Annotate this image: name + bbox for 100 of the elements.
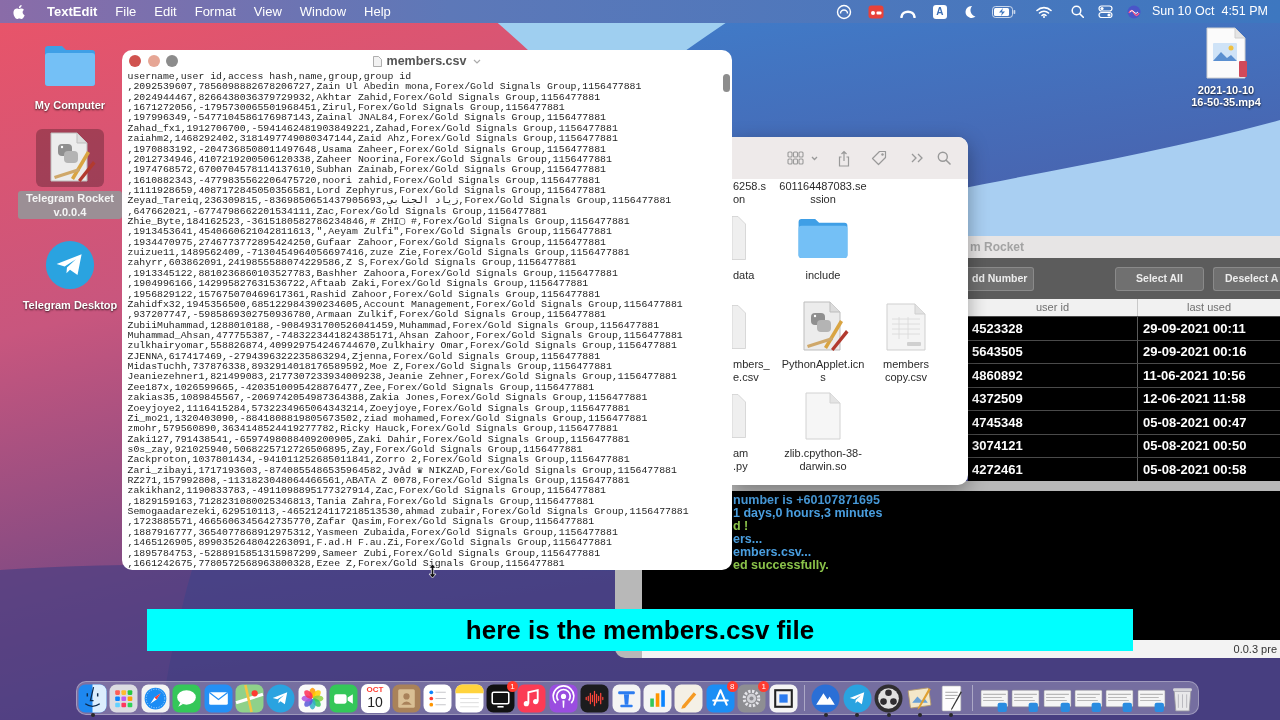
close-button[interactable]: [129, 55, 141, 67]
paper-plane-icon[interactable]: [266, 683, 296, 713]
log-line: ed successfully.: [733, 558, 829, 572]
text-line: Zee187x,1026599665,-4203510095428876477,Zee,Forex/Gold Signals Group,1156477881: [127, 382, 595, 393]
script-document-icon[interactable]: [36, 129, 104, 187]
text-line: ,2092539607,7856098882678206727,Zain Ul Abedin mona,Forex/Gold Signals Group,1156477881: [127, 82, 642, 93]
log-line: 1 days,0 hours,3 minutes: [733, 506, 883, 520]
text-line: ,1956829122,157675070469617361,Rashid Zahoor,Forex/Gold Signals Group,1156477881: [127, 289, 601, 300]
menu-item[interactable]: File: [108, 0, 144, 23]
text-line: Semogaadarezeki,629510113,-4652124117218513530,ahmad zubair,Forex/Gold Signals Group,1156477881: [127, 507, 689, 518]
text-line: ,1970883192,-2047368508011497648,Usama Zaheer,Forex/Gold Signals Group,1156477881: [127, 144, 606, 155]
log-line: ers...: [733, 532, 763, 546]
battery-icon[interactable]: [991, 5, 1016, 18]
file-name[interactable]: am .py: [732, 447, 749, 473]
file-name[interactable]: members copy.csv: [883, 358, 929, 384]
text-line: ,1934470975,2746773772895424250,Gufaar Zahoor,Forex/Gold Signals Group,1156477881: [127, 237, 606, 248]
file-name[interactable]: data: [732, 269, 755, 282]
file-name[interactable]: include: [805, 269, 841, 282]
text-line: Zi_mo21,1320403090,-8841808819805673502,ziad mohamed,Forex/Gold Signals Group,1156477881: [127, 413, 648, 424]
text-line: ,1465126905,8990352648042263091,F.ad.H F.au.Zi,Forex/Gold Signals Group,1156477881: [127, 538, 612, 549]
icon-label[interactable]: My Computer: [31, 98, 109, 112]
menu-item[interactable]: Edit: [147, 0, 184, 23]
text-line: ,197996349,-5477104586176987143,Zainal JNAL84,Forex/Gold Signals Group,1156477881: [127, 113, 606, 124]
text-line: Zhie_Byte,184162523,-3615180582786234846,# ZHI▢ #,Forex/Gold Signals Group,1156477881: [127, 217, 630, 228]
menu-item[interactable]: Format: [187, 0, 243, 23]
text-line: ,1904996166,142995827631536722,Aftaab Zaki,Forex/Gold Signals Group,1156477881: [127, 279, 589, 290]
orb-icon[interactable]: [1126, 4, 1141, 19]
three-dots-circle-icon[interactable]: [874, 683, 904, 713]
moon-icon[interactable]: [963, 4, 976, 19]
notification-badge: 1: [507, 680, 519, 692]
text-line: ,647662021,-6774798662201534111,Zac,Forex/Gold Signals Group,1156477881: [127, 206, 547, 217]
menu-item[interactable]: Window: [292, 0, 354, 23]
text-line: RZ271,157992808,-1131823048064466561,ABATA Z 0078,Forex/Gold Signals Group,1156477881: [127, 476, 630, 487]
text-line: ,1913453641,4540660621042811613,",Aeyam Zulfi",Forex/Gold Signals Group,1156477881: [127, 227, 612, 238]
icon-label[interactable]: Telegram Desktop: [19, 298, 121, 312]
video-file-icon[interactable]: [1203, 27, 1249, 79]
toolbar-button[interactable]: Deselect A: [1213, 266, 1280, 291]
document-icon: [372, 55, 382, 67]
file-name[interactable]: zlib.cpython-38- darwin.so: [784, 447, 862, 473]
zoom-button[interactable]: [166, 55, 178, 67]
log-line: number is +60107871695: [733, 493, 880, 507]
text-line: s0s_zay,921025940,5068225712726506895,Zay,Forex/Gold Signals Group,1156477881: [127, 444, 583, 456]
text-line: ,1913345122,8810236860103527783,Bashher Zahoora,Forex/Gold Signals Group,1156477881: [127, 268, 618, 279]
text-line: zakikhan2,1190833783,-4911098895177327914,Zac,Forex/Gold Signals Group,1156477881: [127, 486, 606, 497]
table-row[interactable]: 4745348 05-08-2021 00:47: [968, 410, 1280, 434]
text-line: ,1723885571,4665606345642735770,Zafar Qasim,Forex/Gold Signals Group,1156477881: [127, 517, 595, 528]
text-line: zakias35,1089845567,-2069742054987364388,Zakia Jones,Forex/Gold Signals Group,1156477881: [127, 393, 648, 404]
table-row[interactable]: 4860892 11-06-2021 10:56: [968, 363, 1280, 387]
paper-plane-icon[interactable]: [842, 683, 872, 713]
text-line: username,user id,access hash,name,group,group id: [127, 72, 412, 83]
wifi-icon[interactable]: [1035, 5, 1052, 18]
log-line: d !: [733, 519, 749, 533]
table-row[interactable]: 4523328 29-09-2021 00:11: [968, 316, 1280, 340]
menu-item[interactable]: View: [246, 0, 289, 23]
notification-badge: 1: [758, 680, 770, 692]
text-line: ZubiiMuhammad,1288010188,-9084931700526041459,Muhammad,Forex/Gold Signals Group,1156477881: [127, 320, 660, 331]
toolbar-button[interactable]: Select All: [1115, 266, 1204, 291]
mountain-icon[interactable]: [811, 683, 841, 713]
apple-icon[interactable]: [13, 4, 25, 19]
text-line: zulkhairyomar,558826874,409929754246744670,Zulkhairy Omar,Forex/Gold Signals Group,1156477881: [127, 341, 677, 352]
text-line: Zahad_fx1,1912706700,-5941462481903849221,Zahad,Forex/Gold Signals Group,1156477881: [127, 123, 618, 134]
search-icon[interactable]: [1071, 5, 1085, 18]
table-row[interactable]: 4272461 05-08-2021 00:58: [968, 457, 1280, 481]
text-line: ,1974768572,6700704578114137610,Subhan Zainab,Forex/Gold Signals Group,1156477881: [127, 165, 606, 176]
text-line: Zeyad_Tareiq,236309815,-8369850651437905693,زياد الجنابي,Forex/Gold Signals Group,1156477881: [127, 196, 672, 207]
paper-plane-icon[interactable]: [45, 240, 95, 290]
text-line: ,1895784753,-5288915851315987299,Sameer Zubi,Forex/Gold Signals Group,1156477881: [127, 548, 601, 559]
table-row[interactable]: 5643505 29-09-2021 00:16: [968, 339, 1280, 363]
text-line: zaiahm2,1468292402,3181497749080347144,Zaid Ahz,Forex/Gold Signals Group,1156477881: [127, 134, 618, 145]
table-cell-text: 05-08-2021 00:47: [1142, 413, 1247, 432]
text-line: ,937207747,-5985869302750936780,Armaan Zulkif,Forex/Gold Signals Group,1156477881: [127, 310, 606, 321]
clock-text[interactable]: 4:51 PM: [1221, 2, 1268, 21]
text-line: Zoeyjoye2,1116415284,5732234965064343214,Zoeyjoye,Forex/Gold Signals Group,1156477881: [127, 403, 630, 414]
icon-label[interactable]: Telegram Rocket v.0.0.4: [18, 191, 122, 219]
table-row[interactable]: 3074121 05-08-2021 00:50: [968, 433, 1280, 457]
input-source-indicator[interactable]: A: [932, 4, 947, 19]
text-line: ,1887916777,3654077868912975312,Yasmeen Zubaida,Forex/Gold Signals Group,1156477881: [127, 527, 618, 538]
text-line: Zahidfx32,1945356500,685122984390234605,Account Management,Forex/Gold Signals Group,1156477881: [127, 299, 683, 311]
ring-icon[interactable]: [835, 3, 852, 20]
app-menu[interactable]: TextEdit: [40, 0, 105, 23]
text-line: ,2024944467,8266438036379729932,Akhtar Zahid,Forex/Gold Signals Group,1156477881: [127, 92, 601, 103]
table-cell-text: 11-06-2021 10:56: [1142, 366, 1246, 385]
text-line: ,1661242675,7780572568963800328,Ezee Z,Forex/Gold Signals Group,1156477881: [127, 558, 565, 570]
text-line: ,2012734946,4107219200506120338,Zaheer Noorina,Forex/Gold Signals Group,1156477881: [127, 154, 612, 165]
notification-badge: 8: [726, 680, 738, 692]
table-cell-text: 12-06-2021 11:58: [1142, 390, 1246, 408]
text-line: zmohr,579560890,3634148524419277782,Ricky Hauck,Forex/Gold Signals Group,1156477881: [127, 424, 618, 435]
file-name[interactable]: mbers_ e.csv: [732, 358, 770, 384]
text-line: MidasTuchh,737876338,8932914018176589592,Moe Z,Forex/Gold Signals Group,1156477881: [127, 362, 612, 373]
file-name[interactable]: PythonApplet.icn s: [781, 358, 865, 384]
status-app-icon[interactable]: [867, 4, 884, 19]
text-line: Zackproton,1037801434,-941011252685011841,Zorro 2,Forex/Gold Signals Group,1156477881: [127, 455, 630, 466]
table-row[interactable]: 4372509 12-06-2021 11:58: [968, 386, 1280, 410]
icon-label[interactable]: 2021-10-10 16-50-35.mp4: [1186, 85, 1266, 108]
column-header[interactable]: last used: [1138, 299, 1280, 316]
date-text[interactable]: Sun 10 Oct: [1151, 2, 1215, 21]
control-center-icon[interactable]: [1098, 5, 1114, 18]
toolbar-button[interactable]: dd Number: [968, 266, 1034, 291]
menu-item[interactable]: Help: [357, 0, 398, 23]
file-name[interactable]: 6258.s on: [732, 180, 767, 206]
